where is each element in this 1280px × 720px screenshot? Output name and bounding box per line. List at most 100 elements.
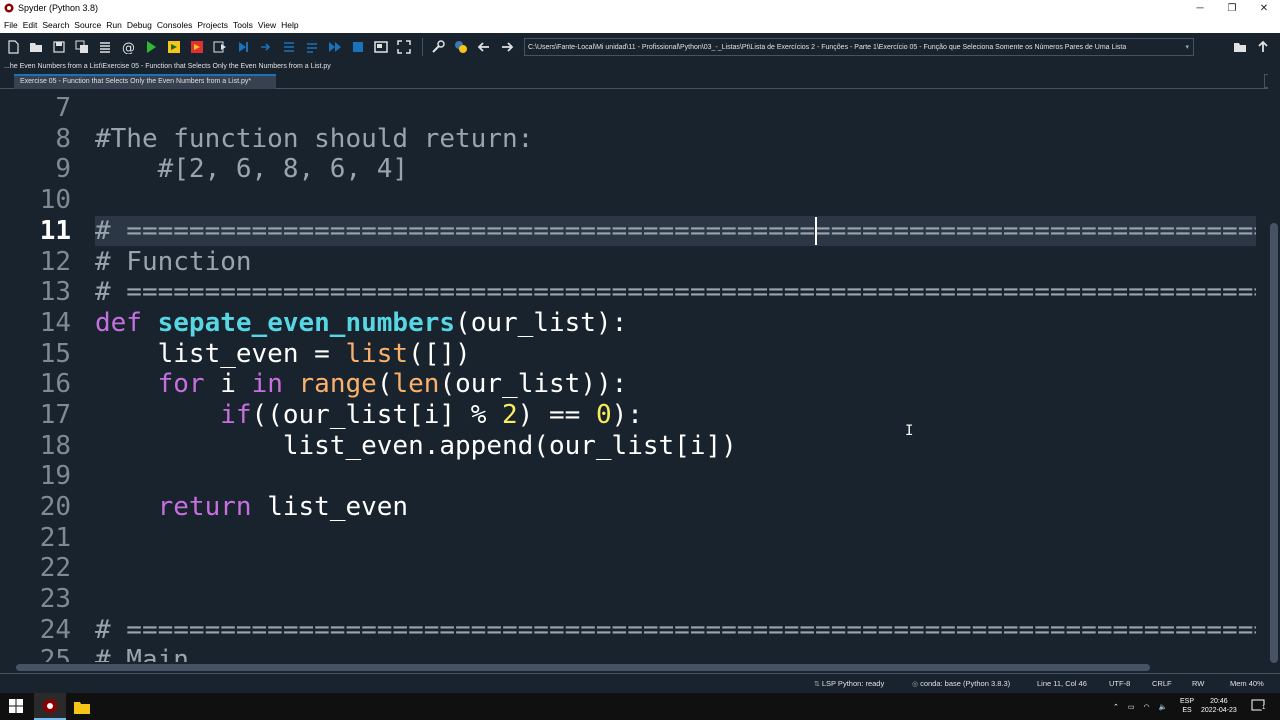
code-line-14: def sepate_even_numbers(our_list):: [95, 308, 1256, 338]
save-all-button[interactable]: [72, 37, 92, 57]
debug-icon: [239, 42, 248, 52]
run-cell-advance-button[interactable]: [187, 37, 207, 57]
step-return-icon: [307, 43, 317, 53]
keyword: for: [157, 369, 205, 399]
line-number: 14: [39, 308, 71, 338]
code-text: list_even.append(our_list[i]): [95, 431, 737, 461]
open-file-button[interactable]: [26, 37, 46, 57]
parent-directory-button[interactable]: [1253, 37, 1273, 57]
spyder-logo-icon: [4, 3, 14, 13]
line-number: 20: [39, 492, 71, 522]
comment: # Function: [95, 247, 252, 277]
line-number: 19: [39, 461, 71, 491]
status-bar: ⇅ LSP Python: ready ◎ conda: base (Pytho…: [0, 673, 1280, 693]
maximize-button[interactable]: ❐: [1216, 0, 1248, 16]
minimize-button[interactable]: ─: [1184, 0, 1216, 16]
lsp-icon: ⇅: [814, 681, 822, 688]
system-tray: ⌃ ▭ ◠ 🔈: [1113, 693, 1167, 720]
code-line-25: # Main: [95, 645, 1256, 662]
chevron-up-icon[interactable]: ⌃: [1113, 703, 1119, 711]
menu-edit[interactable]: Edit: [23, 20, 38, 30]
fullscreen-icon: [397, 40, 411, 54]
step-into-icon: [284, 42, 294, 52]
run-button[interactable]: [141, 37, 161, 57]
code-line-20: return list_even: [95, 492, 1256, 522]
run-selection-icon: [213, 41, 226, 53]
forward-button[interactable]: [497, 37, 517, 57]
code-text: i: [204, 369, 252, 399]
arrow-right-icon: [502, 42, 514, 52]
comment-separator: # ======================================…: [95, 277, 1256, 307]
code-line-9: #[2, 6, 8, 6, 4]: [95, 154, 1256, 184]
menu-projects[interactable]: Projects: [197, 20, 228, 30]
code-area[interactable]: #The function should return: #[2, 6, 8, …: [95, 90, 1256, 662]
vertical-scrollbar-thumb[interactable]: [1270, 223, 1278, 663]
vertical-scrollbar[interactable]: [1268, 73, 1280, 673]
menu-source[interactable]: Source: [74, 20, 101, 30]
text-cursor: [815, 217, 817, 245]
play-icon: [147, 41, 156, 53]
maximize-pane-button[interactable]: [371, 37, 391, 57]
close-button[interactable]: ✕: [1248, 0, 1280, 16]
windows-start-icon[interactable]: [9, 699, 23, 713]
notification-center-button[interactable]: 1: [1251, 699, 1267, 713]
at-button[interactable]: @: [118, 37, 138, 57]
step-return-button[interactable]: [302, 37, 322, 57]
code-text: list_even: [251, 492, 409, 522]
wifi-icon[interactable]: ◠: [1144, 703, 1150, 711]
debug-button[interactable]: [233, 37, 253, 57]
run-selection-button[interactable]: [210, 37, 230, 57]
new-file-button[interactable]: [3, 37, 23, 57]
back-button[interactable]: [474, 37, 494, 57]
menu-tools[interactable]: Tools: [233, 20, 253, 30]
mouse-ibeam-icon: I: [905, 423, 914, 439]
cursor-position: Line 11, Col 46: [1037, 679, 1087, 688]
code-text: ) ==: [517, 400, 596, 430]
menu-debug[interactable]: Debug: [127, 20, 152, 30]
outline-button[interactable]: [95, 37, 115, 57]
volume-icon[interactable]: 🔈: [1159, 703, 1168, 711]
input-language[interactable]: ESP ES: [1180, 697, 1194, 715]
comment: #[2, 6, 8, 6, 4]: [95, 154, 409, 184]
at-icon: @: [122, 41, 135, 54]
save-button[interactable]: [49, 37, 69, 57]
line-number: 8: [55, 124, 71, 154]
menu-run[interactable]: Run: [106, 20, 122, 30]
menu-file[interactable]: File: [4, 20, 18, 30]
run-cell-button[interactable]: [164, 37, 184, 57]
step-button[interactable]: [256, 37, 276, 57]
step-into-button[interactable]: [279, 37, 299, 57]
code-line-16: for i in range(len(our_list)):: [157, 369, 628, 399]
taskbar-file-explorer[interactable]: [66, 693, 98, 720]
horizontal-scrollbar-thumb[interactable]: [16, 664, 1150, 671]
builtin: len: [392, 369, 440, 399]
horizontal-scrollbar[interactable]: [0, 662, 1268, 673]
fullscreen-button[interactable]: [394, 37, 414, 57]
save-icon: [53, 41, 65, 53]
code-editor[interactable]: 7 8 9 10 11 12 13 14 15 16 17 18 19 20 2…: [0, 90, 1268, 662]
line-number: 16: [39, 369, 71, 399]
spyder-logo-icon: [43, 698, 57, 713]
tab-exercise-05[interactable]: Exercise 05 - Function that Selects Only…: [14, 74, 276, 89]
browse-directory-button[interactable]: [1230, 37, 1250, 57]
menu-view[interactable]: View: [258, 20, 276, 30]
code-text: (our_list):: [455, 308, 628, 338]
toolbar-right: [1230, 37, 1276, 57]
keyword: def: [95, 308, 142, 338]
working-directory-combobox[interactable]: C:\Users\Fante-Local\Mi unidad\11 - Prof…: [524, 38, 1194, 56]
line-number: 13: [39, 277, 71, 307]
code-text: ([]): [408, 339, 471, 369]
line-number: 18: [39, 431, 71, 461]
taskbar-spyder[interactable]: [34, 693, 66, 720]
taskbar-clock[interactable]: 20:46 2022-04-23: [1201, 697, 1237, 715]
folder-icon: [74, 701, 90, 714]
stop-button[interactable]: [348, 37, 368, 57]
continue-button[interactable]: [325, 37, 345, 57]
preferences-button[interactable]: [428, 37, 448, 57]
run-cell-icon: [168, 41, 180, 53]
menu-consoles[interactable]: Consoles: [157, 20, 192, 30]
menu-search[interactable]: Search: [42, 20, 69, 30]
pythonpath-button[interactable]: [451, 37, 471, 57]
menu-help[interactable]: Help: [281, 20, 298, 30]
network-icon[interactable]: ▭: [1128, 703, 1135, 711]
